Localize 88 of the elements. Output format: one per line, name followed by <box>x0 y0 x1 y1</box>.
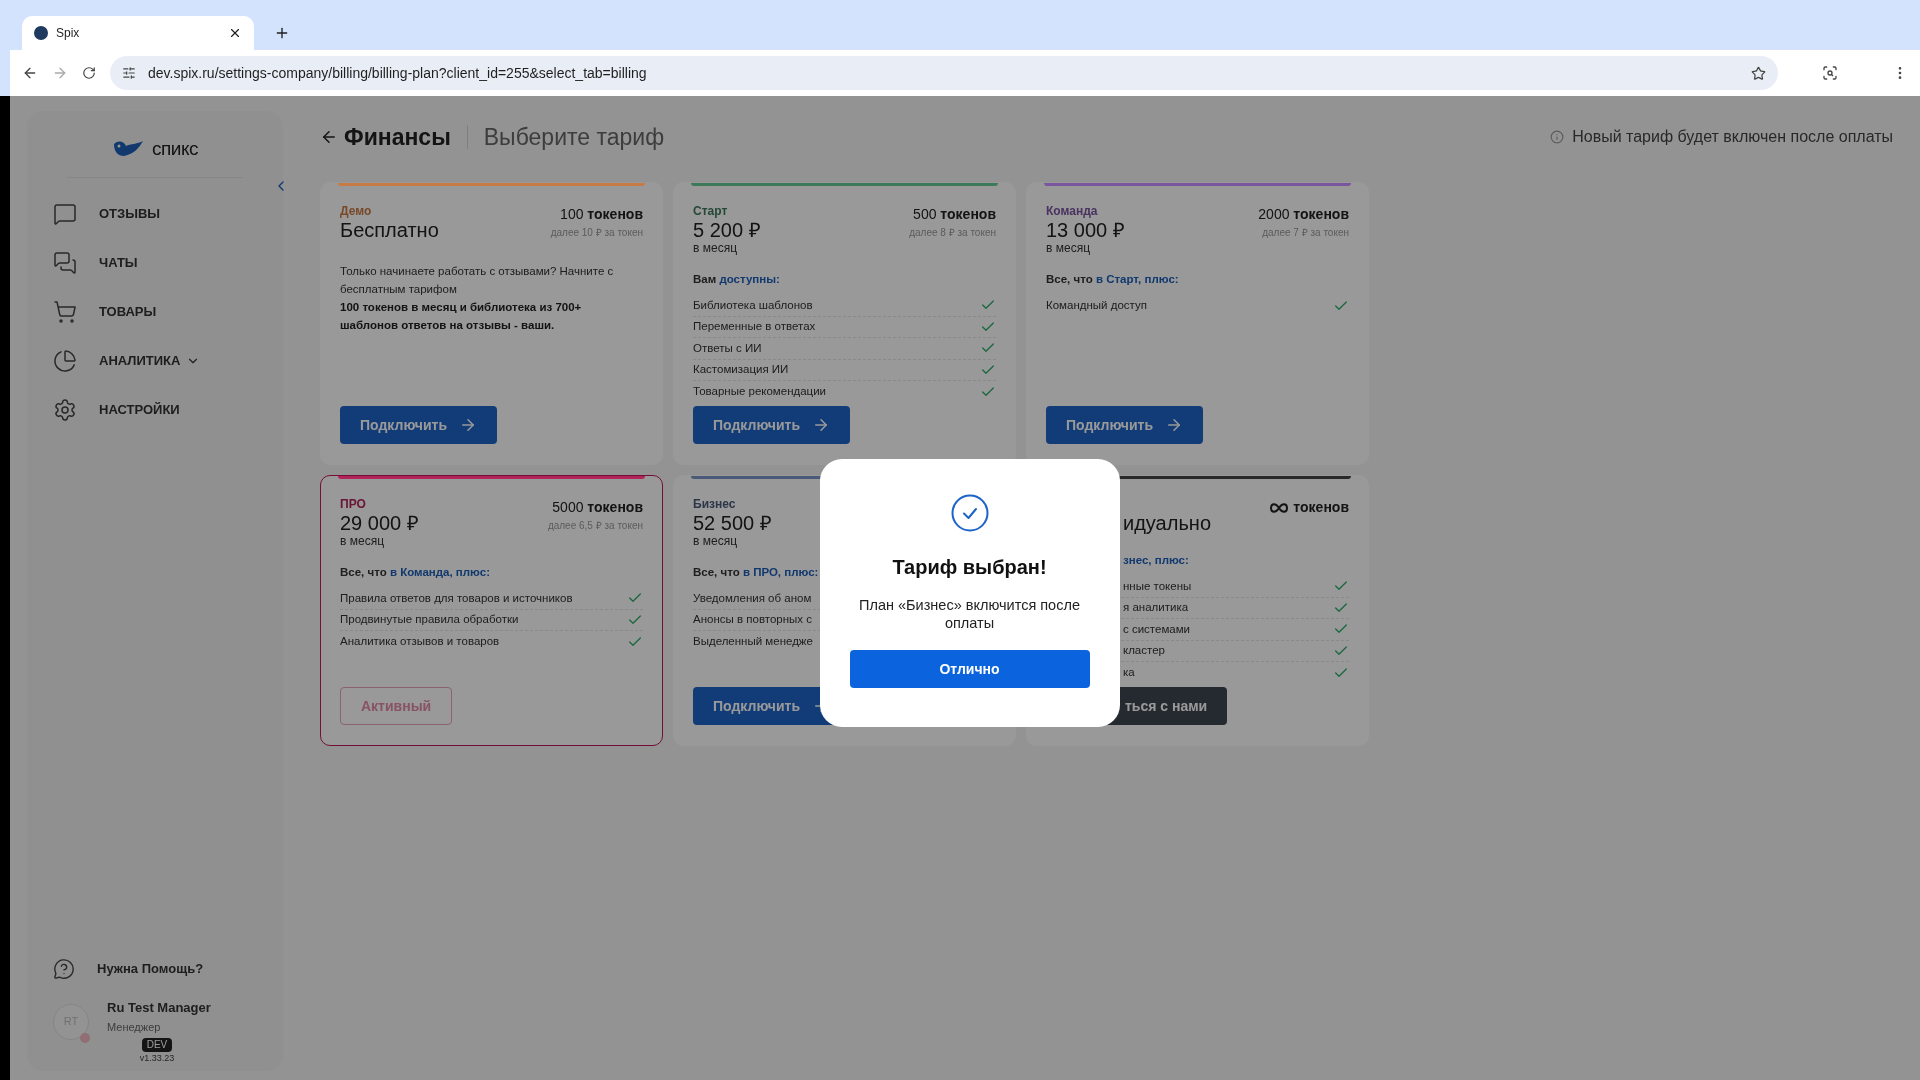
plan-name: Команда <box>1046 204 1099 218</box>
connect-button[interactable]: Подключить <box>340 406 497 444</box>
logo-text: спикс <box>151 136 199 161</box>
help-icon <box>53 957 75 980</box>
feature-text: Ответы с ИИ <box>693 340 762 356</box>
plan-price: 29 000 ₽ <box>340 511 419 535</box>
nav-icon <box>53 348 77 373</box>
features-intro: Все, что в ПРО, плюс: <box>693 566 819 578</box>
nav-item[interactable]: АНАЛИТИКА <box>99 350 181 371</box>
feature-text: с системами <box>1123 621 1191 637</box>
env-badge: DEV <box>141 1037 173 1052</box>
page-subtitle: Выберите тариф <box>483 122 665 152</box>
arrow-right-icon <box>1165 416 1183 434</box>
feature-text: Продвинутые правила обработки <box>340 612 519 628</box>
alert-badge-icon <box>80 1032 90 1043</box>
user-role: Менеджер <box>107 1020 162 1035</box>
nav-item[interactable]: НАСТРОЙКИ <box>99 399 180 420</box>
plan-price: идуально <box>1123 511 1211 535</box>
dialog-title: Тариф выбран! <box>892 555 1047 580</box>
connect-button[interactable]: Подключить <box>693 406 850 444</box>
url-text: dev.spix.ru/settings-company/billing/billing-plan?client_id=255&select_tab=billing <box>148 63 648 83</box>
plan-period: в месяц <box>693 535 738 547</box>
plan-price: 13 000 ₽ <box>1046 218 1125 242</box>
close-tab-icon[interactable] <box>228 26 242 40</box>
page-title: Финансы <box>344 122 451 152</box>
feature-text: Правила ответов для товаров и источников <box>340 590 573 606</box>
feature-text: Кастомизация ИИ <box>693 362 789 378</box>
features-intro: Все, что в Старт, плюс: <box>1046 273 1179 285</box>
nav-icon <box>53 201 77 226</box>
token-count: 5000 токенов <box>552 498 643 517</box>
nav-icon <box>53 250 77 275</box>
plan-price: 52 500 ₽ <box>693 511 772 535</box>
nav-item[interactable]: ТОВАРЫ <box>99 301 157 322</box>
plan-name: Старт <box>693 204 729 218</box>
feature-text: Библиотека шаблонов <box>693 297 813 313</box>
browser-tab[interactable]: Spix <box>22 16 254 50</box>
nav-icon <box>53 397 77 422</box>
token-count: токенов <box>1293 498 1349 517</box>
feature-text: Уведомления об аном <box>693 590 812 606</box>
dialog-message: План «Бизнес» включится после оплаты <box>858 596 1081 632</box>
favicon-icon <box>34 26 48 40</box>
check-circle-icon <box>950 494 989 532</box>
plan-period: в месяц <box>693 242 738 254</box>
feature-text: Аналитика отзывов и товаров <box>340 634 500 650</box>
token-count: 2000 токенов <box>1258 205 1349 224</box>
info-icon <box>1550 130 1565 144</box>
plan-period: в месяц <box>340 535 385 547</box>
nav-item[interactable]: ЧАТЫ <box>99 252 138 273</box>
plan-highlight: 100 токенов в месяц и библиотека из 700+ шаблонов ответов на отзывы - ваши. <box>340 300 583 333</box>
feature-text: Переменные в ответах <box>693 319 816 335</box>
token-count: 500 токенов <box>913 205 996 224</box>
plan-period: в месяц <box>1046 242 1091 254</box>
back-icon[interactable] <box>22 65 38 81</box>
site-settings-icon[interactable] <box>122 66 136 80</box>
plan-name: ПРО <box>340 497 367 511</box>
nav-item[interactable]: ОТЗЫВЫ <box>99 203 161 224</box>
new-tab-icon[interactable] <box>274 25 290 41</box>
nav-icon <box>53 299 77 324</box>
arrow-right-icon <box>459 416 477 434</box>
bookmark-star-icon[interactable] <box>1751 65 1766 81</box>
feature-text: ка <box>1123 665 1135 681</box>
address-bar[interactable]: dev.spix.ru/settings-company/billing/billing-plan?client_id=255&select_tab=billing <box>110 56 1778 90</box>
features-intro: знес, плюс: <box>1123 554 1189 566</box>
tab-title: Spix <box>56 25 81 42</box>
plan-description: Только начинаете работать с отзывами? Начните с бесплатным тарифом <box>340 264 615 297</box>
features-intro: Все, что в Команда, плюс: <box>340 566 490 578</box>
feature-text: Командный доступ <box>1046 298 1147 314</box>
feature-text: нные токены <box>1123 578 1192 594</box>
plan-name: Демо <box>340 204 373 218</box>
plan-price: Бесплатно <box>340 218 439 242</box>
feature-text: я аналитика <box>1123 600 1189 616</box>
feature-text: Выделенный менедже <box>693 634 813 650</box>
token-count: 100 токенов <box>560 205 643 224</box>
feature-text: кластер <box>1123 643 1165 659</box>
feature-text: Товарные рекомендации <box>693 384 827 400</box>
plan-price: 5 200 ₽ <box>693 218 761 242</box>
lens-icon[interactable] <box>1822 65 1838 81</box>
features-intro: Вам доступны: <box>693 273 780 285</box>
connect-button[interactable]: Подключить <box>1046 406 1203 444</box>
notice-text: Новый тариф будет включен после оплаты <box>1572 127 1893 147</box>
plan-name: Бизнес <box>693 497 737 511</box>
user-name: Ru Test Manager <box>107 998 211 1017</box>
ok-button[interactable]: Отлично <box>849 650 1090 688</box>
reload-icon[interactable] <box>82 66 96 80</box>
version-text: v1.33.23 <box>139 1051 175 1065</box>
arrow-right-icon <box>812 416 830 434</box>
feature-text: Анонсы в повторных с <box>693 612 812 628</box>
help-link[interactable]: Нужна Помощь? <box>97 958 204 979</box>
